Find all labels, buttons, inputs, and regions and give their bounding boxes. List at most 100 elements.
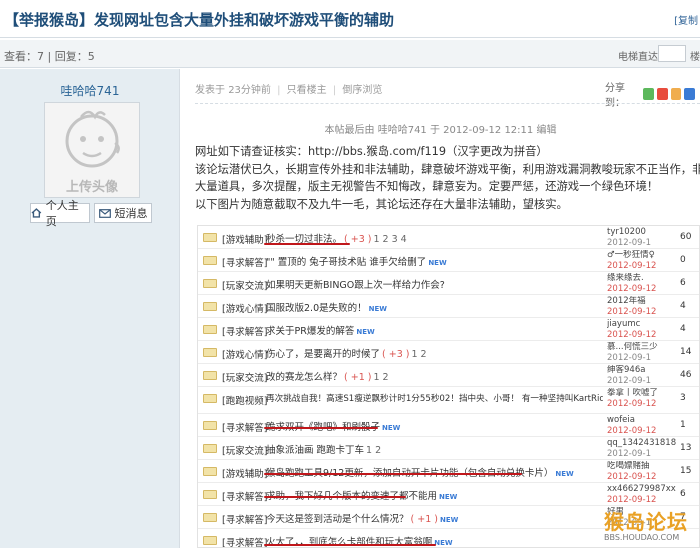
thread-author[interactable]: ♂一秒狂情♀: [607, 250, 677, 261]
thread-type[interactable]: [游戏辅助]: [222, 469, 267, 480]
page-links[interactable]: 1 2 3 4: [373, 234, 406, 245]
post-line: 大量道具，多次提醒，版主无视警告不知悔改，肆意妄为。定要严惩，还游戏一个绿色环境…: [195, 180, 659, 194]
page-links[interactable]: 1 2: [373, 372, 388, 383]
new-badge: NEW: [555, 470, 574, 478]
thread-type[interactable]: [游戏辅助]: [222, 235, 267, 246]
thread-row[interactable]: [游戏心情] 伤心了，是要离开的时候了( +3 ) 1 2 慕...何慌三少 201…: [198, 341, 699, 364]
thread-type[interactable]: [玩家交流]: [222, 446, 267, 457]
thread-row[interactable]: [游戏辅助] 猴岛跑跑工具9/12更新，添加自动开卡片功能（包含自动兑换卡片）N…: [198, 460, 699, 483]
thread-author[interactable]: tyr10200: [607, 227, 677, 238]
thread-row[interactable]: [玩家交流] 改的赛龙怎么样？( +1 ) 1 2 绅客946a 2012-09-1…: [198, 364, 699, 387]
thread-date: 2012-09-1: [607, 375, 651, 386]
watermark-name: 猴岛论坛: [604, 510, 688, 534]
new-badge: NEW: [356, 328, 375, 336]
thread-row[interactable]: [玩家交流] 如果明天更新BINGO跟上次一样给力作会? 缘来缘去. 2012-0…: [198, 272, 699, 295]
thread-author[interactable]: 绅客946a: [607, 365, 677, 376]
folder-icon: [203, 348, 217, 357]
red-underline: [264, 243, 350, 245]
thread-row[interactable]: [寻求解答] "" 置顶的 兔子哥技术贴 谁手欠给删了 NEW ♂一秒狂情♀ 201…: [198, 249, 699, 272]
thread-author[interactable]: 缘来缘去.: [607, 273, 677, 284]
folder-icon: [203, 467, 217, 476]
thread-type[interactable]: [寻求解答]: [222, 423, 267, 434]
thread-title-link[interactable]: 求关于PR爆发的解答: [266, 326, 354, 337]
thread-type[interactable]: [游戏心情]: [222, 350, 267, 361]
thread-row[interactable]: [寻求解答] 跪求双开《跑吧》和刷骰子NEW wofeia2012-09-12 …: [198, 414, 699, 437]
thread-title-link[interactable]: 改的赛龙怎么样？: [266, 372, 342, 383]
thread-title-link[interactable]: 再次挑战自我！高速S1瘦逆飘秒计时1分55秒02！挡中央、小哥！ 有一种坚持叫K…: [266, 394, 603, 404]
thread-author[interactable]: wofeia: [607, 415, 677, 426]
thread-author[interactable]: xx466279987xx: [607, 484, 677, 495]
thread-author[interactable]: 吃喝嫖赌抽: [607, 461, 677, 472]
home-page-button[interactable]: 个人主页: [30, 199, 90, 228]
new-badge: NEW: [439, 493, 458, 501]
reverse-order-link[interactable]: 倒序浏览: [342, 85, 382, 96]
thread-author[interactable]: 2012年福: [607, 296, 677, 307]
upload-avatar-text: 上传头像: [65, 180, 118, 195]
folder-icon: [203, 279, 217, 288]
folder-icon: [203, 536, 217, 545]
thread-type[interactable]: [寻求解答]: [222, 492, 267, 503]
thread-type[interactable]: [跑跑视频]: [222, 396, 267, 407]
reply-count: 0: [680, 255, 686, 265]
thread-author[interactable]: qq_1342431818: [607, 438, 677, 449]
view-reply-stats: 查看：7 | 回复：5: [4, 50, 95, 63]
reply-count: 60: [680, 232, 692, 242]
thread-row[interactable]: [游戏辅助] 秒杀一切过非法。( +3 ) 1 2 3 4 tyr10200 201…: [198, 226, 699, 249]
post-content: 发表于 23分钟前 | 只看楼主 | 倒序浏览 分享到： 楼主 本帖最后由 哇哈…: [181, 69, 700, 548]
posted-time: 23分钟前: [228, 85, 271, 96]
thread-type[interactable]: [玩家交流]: [222, 373, 267, 384]
thread-type[interactable]: [寻求解答]: [222, 258, 267, 269]
thread-title-link[interactable]: "" 置顶的 兔子哥技术贴 谁手欠给删了: [266, 257, 426, 268]
thread-type[interactable]: [寻求解答]: [222, 538, 267, 547]
thread-list-screenshot: [游戏辅助] 秒杀一切过非法。( +3 ) 1 2 3 4 tyr10200 201…: [197, 225, 700, 548]
new-badge: NEW: [368, 305, 387, 313]
thread-date: 2012-09-1: [607, 448, 651, 459]
folder-icon: [203, 233, 217, 242]
page-links[interactable]: 1 2: [366, 445, 381, 456]
author-sidebar: 哇哈哈741 上传头像 个人主页 短消息: [0, 69, 180, 548]
share-qzone-icon[interactable]: [643, 88, 655, 100]
share-bar: 分享到：: [605, 79, 696, 109]
thread-title-link[interactable]: 火大了，，到底怎么卡部件和玩大富翁啊: [266, 537, 432, 547]
thread-type[interactable]: [寻求解答]: [222, 515, 267, 526]
reply-count: 6: [680, 278, 686, 288]
red-underline: [264, 427, 378, 429]
thread-date: 2012-09-12: [607, 260, 657, 271]
share-renren-icon[interactable]: [670, 88, 682, 100]
share-tqq-icon[interactable]: [684, 88, 696, 100]
thread-type[interactable]: [游戏心情]: [222, 304, 267, 315]
reply-count: 1: [680, 420, 686, 430]
thread-type[interactable]: [玩家交流]: [222, 281, 267, 292]
thread-author[interactable]: 慕...何慌三少: [607, 342, 677, 353]
thread-row[interactable]: [跑跑视频] 再次挑战自我！高速S1瘦逆飘秒计时1分55秒02！挡中央、小哥！ …: [198, 387, 699, 414]
red-underline: [264, 544, 436, 546]
thread-date: 2012-09-12: [607, 306, 657, 317]
thread-title-link[interactable]: 如果明天更新BINGO跟上次一样给力作会?: [266, 280, 445, 291]
avatar[interactable]: 上传头像: [44, 102, 140, 198]
thread-title-link[interactable]: 国服改版2.0是失败的！: [266, 303, 367, 314]
short-message-label: 短消息: [114, 207, 148, 220]
page-links[interactable]: 1 2: [411, 349, 426, 360]
copy-link[interactable]: [复制: [674, 12, 698, 27]
thread-author[interactable]: jiayumc: [607, 319, 677, 330]
thread-title-link[interactable]: 伤心了，是要离开的时候了: [266, 349, 380, 360]
folder-icon: [203, 444, 217, 453]
folder-icon: [203, 394, 217, 403]
thread-row[interactable]: [游戏心情] 国服改版2.0是失败的！ NEW 2012年福 2012-09-12 …: [198, 295, 699, 318]
reply-count: 13: [680, 443, 692, 453]
floor-jump-input[interactable]: [658, 45, 686, 62]
thread-author[interactable]: 拳拿丨吹嘘了: [607, 388, 677, 399]
thread-title-link[interactable]: 今天这是签到活动是个什么情况？: [266, 514, 409, 525]
thread-row[interactable]: [寻求解答] 求助，我下好几个版本的变速了都不能用NEW xx466279987…: [198, 483, 699, 506]
share-weibo-icon[interactable]: [657, 88, 668, 100]
thread-row[interactable]: [玩家交流] 抽象派油画 跑跑卡丁车 1 2 qq_1342431818 2012-…: [198, 437, 699, 460]
reply-count: 15: [680, 466, 692, 476]
thread-type[interactable]: [寻求解答]: [222, 327, 267, 338]
short-message-button[interactable]: 短消息: [94, 203, 152, 223]
thread-row[interactable]: [寻求解答] 求关于PR爆发的解答 NEW jiayumc 2012-09-12 4: [198, 318, 699, 341]
folder-icon: [203, 421, 217, 430]
only-author-link[interactable]: 只看楼主: [287, 85, 327, 96]
author-name[interactable]: 哇哈哈741: [0, 82, 180, 99]
thread-title-link[interactable]: 抽象派油画 跑跑卡丁车: [266, 445, 364, 456]
reply-count: 3: [680, 393, 686, 403]
